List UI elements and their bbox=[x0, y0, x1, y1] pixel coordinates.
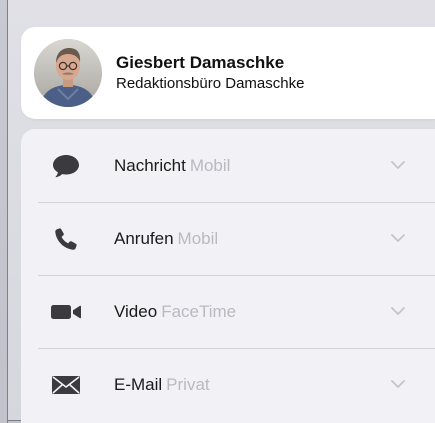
action-row-email[interactable]: E-Mail Privat bbox=[21, 348, 435, 421]
contact-action-list: Nachricht Mobil Anrufen Mobil Video FaceTim… bbox=[21, 129, 435, 423]
action-detail-message: Mobil bbox=[189, 155, 231, 175]
chevron-down-icon[interactable] bbox=[391, 234, 405, 244]
video-camera-icon bbox=[49, 297, 83, 327]
action-detail-call: Mobil bbox=[177, 228, 219, 248]
phone-icon bbox=[49, 224, 83, 254]
action-label-email: E-Mail bbox=[114, 374, 163, 394]
contact-company: Redaktionsbüro Damaschke bbox=[116, 75, 305, 92]
action-row-message[interactable]: Nachricht Mobil bbox=[21, 129, 435, 202]
action-label-call: Anrufen bbox=[114, 228, 174, 248]
action-label-video: Video bbox=[114, 301, 158, 321]
avatar bbox=[34, 39, 102, 107]
envelope-icon bbox=[49, 370, 83, 400]
action-detail-video: FaceTime bbox=[161, 301, 237, 321]
contact-card[interactable]: Giesbert Damaschke Redaktionsbüro Damasc… bbox=[21, 27, 435, 119]
action-detail-email: Privat bbox=[166, 374, 210, 394]
frame-edge-left bbox=[7, 0, 8, 423]
chevron-down-icon[interactable] bbox=[391, 380, 405, 390]
action-row-video[interactable]: Video FaceTime bbox=[21, 275, 435, 348]
action-label-message: Nachricht bbox=[114, 155, 186, 175]
message-bubble-icon bbox=[49, 151, 83, 181]
contact-name: Giesbert Damaschke bbox=[116, 53, 285, 72]
chevron-down-icon[interactable] bbox=[391, 161, 405, 171]
chevron-down-icon[interactable] bbox=[391, 307, 405, 317]
action-row-call[interactable]: Anrufen Mobil bbox=[21, 202, 435, 275]
